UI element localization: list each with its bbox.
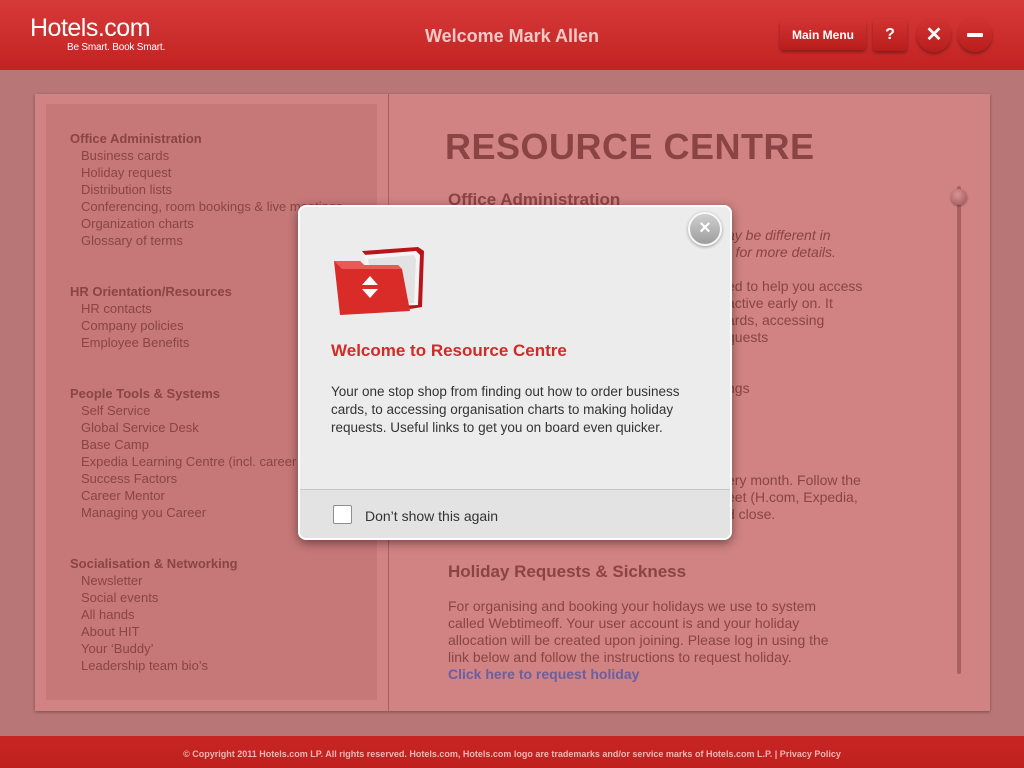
close-icon: ✕ — [925, 24, 943, 46]
request-holiday-link[interactable]: Click here to request holiday — [448, 666, 639, 682]
nav-item-employee-benefits[interactable]: Employee Benefits — [70, 334, 232, 351]
nav-item-buddy[interactable]: Your ‘Buddy’ — [70, 640, 238, 657]
nav-heading[interactable]: People Tools & Systems — [70, 385, 296, 402]
nav-item-hr-contacts[interactable]: HR contacts — [70, 300, 232, 317]
hotels-logo: Hotels.com Be Smart. Book Smart. — [30, 14, 165, 54]
modal-footer: Don’t show this again — [300, 490, 730, 538]
body-line: ery month. Follow the — [727, 472, 861, 488]
nav-item-all-hands[interactable]: All hands — [70, 606, 238, 623]
logo-wordmark: Hotels.com — [30, 14, 151, 42]
nav-item-business-cards[interactable]: Business cards — [70, 147, 343, 164]
checkbox-label[interactable]: Don’t show this again — [365, 508, 498, 524]
nav-item-base-camp[interactable]: Base Camp — [70, 436, 296, 453]
nav-item-expedia-learning[interactable]: Expedia Learning Centre (incl. career — [70, 453, 296, 470]
scrollbar-track[interactable] — [957, 186, 961, 674]
minimize-icon — [967, 33, 983, 37]
folder-icon — [334, 247, 424, 315]
body-line: eet (H.com, Expedia, — [727, 489, 858, 505]
app-header: Hotels.com Be Smart. Book Smart. Welcome… — [0, 0, 1024, 70]
nav-item-social-events[interactable]: Social events — [70, 589, 238, 606]
italic-line: r for more details. — [727, 244, 836, 260]
body-line: active early on. It — [727, 295, 833, 311]
footer: © Copyright 2011 Hotels.com LP. All righ… — [0, 736, 1024, 768]
close-icon: × — [699, 217, 711, 239]
modal-body: Your one stop shop from finding out how … — [331, 384, 680, 435]
nav-item-distribution-lists[interactable]: Distribution lists — [70, 181, 343, 198]
nav-item-global-service-desk[interactable]: Global Service Desk — [70, 419, 296, 436]
nav-item-career-mentor[interactable]: Career Mentor — [70, 487, 296, 504]
body-line: ards, accessing — [727, 312, 825, 328]
page-title: RESOURCE CENTRE — [445, 126, 815, 167]
section-title-holiday: Holiday Requests & Sickness — [448, 562, 687, 581]
nav-item-about-hit[interactable]: About HIT — [70, 623, 238, 640]
welcome-message: Welcome Mark Allen — [424, 26, 600, 46]
body-line: quests — [727, 329, 769, 345]
nav-item-company-policies[interactable]: Company policies — [70, 317, 232, 334]
nav-heading[interactable]: Office Administration — [70, 130, 343, 147]
dont-show-checkbox[interactable] — [333, 505, 352, 524]
logo-tagline: Be Smart. Book Smart. — [67, 42, 166, 53]
nav-section-hr: HR Orientation/Resources HR contacts Com… — [70, 283, 232, 351]
modal-close-button[interactable]: × — [688, 212, 722, 246]
nav-item-success-factors[interactable]: Success Factors — [70, 470, 296, 487]
welcome-modal: × Welcome to Resource Centre Your one st… — [298, 205, 732, 540]
nav-item-managing-career[interactable]: Managing you Career — [70, 504, 296, 521]
nav-item-self-service[interactable]: Self Service — [70, 402, 296, 419]
body-line: ed to help you access — [727, 278, 863, 294]
nav-section-socialisation: Socialisation & Networking Newsletter So… — [70, 555, 238, 674]
modal-title: Welcome to Resource Centre — [331, 341, 567, 360]
body-line: called Webtimeoff. Your user account is … — [448, 615, 800, 631]
nav-item-leadership-bios[interactable]: Leadership team bio’s — [70, 657, 238, 674]
body-line: allocation will be created upon joining.… — [448, 632, 829, 648]
scrollbar-thumb[interactable] — [951, 189, 967, 205]
italic-line: ay be different in — [727, 227, 831, 243]
body-line: d close. — [727, 506, 776, 522]
main-menu-button[interactable]: Main Menu — [780, 20, 866, 50]
body-line: For organising and booking your holidays… — [448, 598, 817, 614]
close-app-button[interactable]: ✕ — [917, 18, 951, 52]
minimize-button[interactable] — [958, 18, 992, 52]
nav-heading[interactable]: Socialisation & Networking — [70, 555, 238, 572]
nav-section-people-tools: People Tools & Systems Self Service Glob… — [70, 385, 296, 521]
nav-item-holiday-request[interactable]: Holiday request — [70, 164, 343, 181]
body-line: link below and follow the instructions t… — [448, 649, 792, 665]
nav-heading[interactable]: HR Orientation/Resources — [70, 283, 232, 300]
nav-item-newsletter[interactable]: Newsletter — [70, 572, 238, 589]
help-button[interactable]: ? — [873, 19, 907, 51]
